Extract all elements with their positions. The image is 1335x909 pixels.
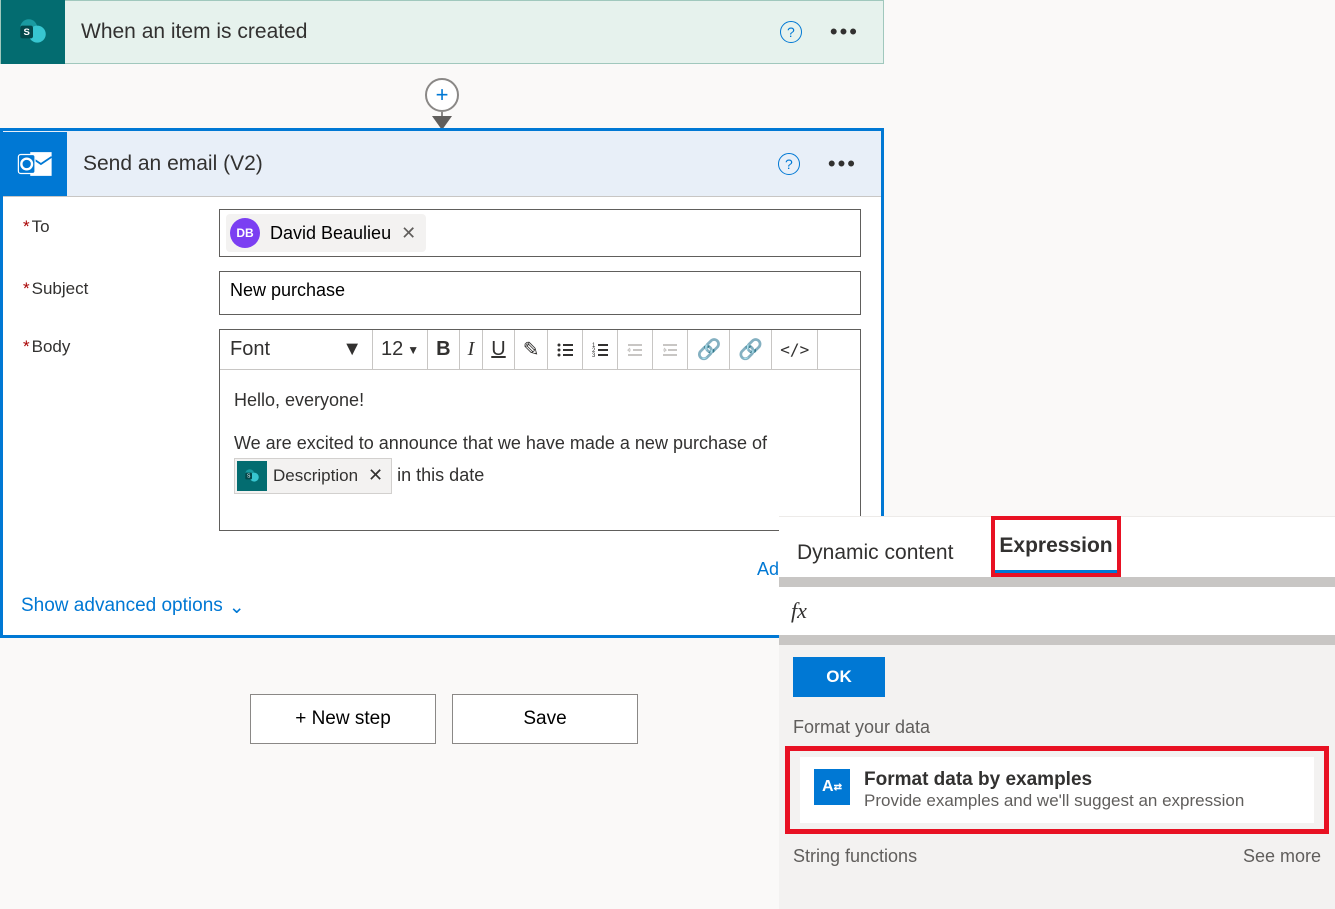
format-desc: Provide examples and we'll suggest an ex…	[864, 791, 1244, 811]
save-button[interactable]: Save	[452, 694, 638, 744]
help-icon[interactable]: ?	[780, 21, 802, 43]
avatar: DB	[230, 218, 260, 248]
recipient-name: David Beaulieu	[270, 223, 391, 244]
chevron-down-icon: ⌄	[229, 596, 245, 619]
highlight-format-card: A⇄ Format data by examples Provide examp…	[785, 746, 1329, 834]
format-icon: A⇄	[814, 769, 850, 805]
svg-text:S: S	[23, 27, 29, 38]
color-button[interactable]: ✎	[515, 330, 548, 369]
trigger-card[interactable]: S When an item is created ? •••	[0, 0, 884, 64]
sharepoint-icon: S	[1, 0, 65, 64]
field-row-to: *To DB David Beaulieu ✕	[23, 209, 861, 257]
fx-icon: fx	[791, 598, 807, 624]
svg-text:3: 3	[592, 353, 596, 359]
font-size-select[interactable]: 12▼	[373, 330, 427, 369]
string-functions-row: String functions See more	[779, 836, 1335, 867]
indent-button[interactable]	[653, 330, 687, 369]
fx-row: fx	[779, 577, 1335, 645]
subject-label: *Subject	[23, 271, 219, 299]
outlook-icon	[3, 132, 67, 196]
body-line-2: We are excited to announce that we have …	[234, 429, 846, 494]
italic-button[interactable]: I	[460, 330, 483, 369]
subject-input[interactable]: New purchase	[219, 271, 861, 315]
outdent-button[interactable]	[618, 330, 652, 369]
remove-token-icon[interactable]: ✕	[368, 461, 383, 490]
connector: +	[441, 64, 443, 128]
tab-dynamic-content[interactable]: Dynamic content	[793, 527, 957, 577]
add-step-icon[interactable]: +	[425, 78, 459, 112]
bullet-list-button[interactable]	[548, 330, 582, 369]
more-icon[interactable]: •••	[830, 19, 859, 45]
sharepoint-icon: S	[237, 461, 267, 491]
link-button[interactable]: 🔗	[688, 330, 729, 369]
format-section-label: Format your data	[779, 711, 1335, 744]
show-advanced-options-link[interactable]: Show advanced options⌄	[21, 595, 245, 616]
remove-chip-icon[interactable]: ✕	[401, 223, 416, 244]
body-editor[interactable]: Font▼ 12▼ B I U ✎ 123 🔗 🔗 </> Hello, eve…	[219, 329, 861, 531]
format-title: Format data by examples	[864, 769, 1244, 791]
trigger-title: When an item is created	[81, 20, 780, 44]
to-input[interactable]: DB David Beaulieu ✕	[219, 209, 861, 257]
underline-button[interactable]: U	[483, 330, 513, 369]
more-icon[interactable]: •••	[828, 151, 857, 177]
panel-tabs: Dynamic content Expression	[779, 517, 1335, 577]
field-row-subject: *Subject New purchase	[23, 271, 861, 315]
expression-panel: Dynamic content Expression fx OK Format …	[779, 516, 1335, 909]
action-header[interactable]: Send an email (V2) ? •••	[3, 131, 881, 197]
number-list-button[interactable]: 123	[583, 330, 617, 369]
action-card: Send an email (V2) ? ••• *To DB David Be…	[0, 128, 884, 638]
ok-button[interactable]: OK	[793, 657, 885, 697]
to-label: *To	[23, 209, 219, 237]
field-row-body: *Body Font▼ 12▼ B I U ✎ 123 🔗 🔗 </>	[23, 329, 861, 531]
rich-text-toolbar: Font▼ 12▼ B I U ✎ 123 🔗 🔗 </>	[220, 330, 860, 370]
new-step-button[interactable]: + New step	[250, 694, 436, 744]
string-section-label: String functions	[793, 846, 917, 867]
action-title: Send an email (V2)	[83, 152, 778, 176]
format-data-by-examples[interactable]: A⇄ Format data by examples Provide examp…	[800, 757, 1314, 823]
body-line-1: Hello, everyone!	[234, 386, 846, 415]
code-view-button[interactable]: </>	[772, 330, 817, 369]
body-content[interactable]: Hello, everyone! We are excited to annou…	[220, 370, 860, 530]
font-select[interactable]: Font▼	[220, 330, 372, 369]
see-more-link[interactable]: See more	[1243, 846, 1321, 867]
footer-buttons: + New step Save	[250, 694, 638, 744]
recipient-chip[interactable]: DB David Beaulieu ✕	[226, 214, 426, 252]
unlink-button[interactable]: 🔗	[730, 330, 771, 369]
body-label: *Body	[23, 329, 219, 357]
add-dynamic-row: Add dynamic	[3, 553, 881, 580]
expression-input[interactable]: fx	[779, 587, 1335, 635]
dynamic-token-description[interactable]: S Description ✕	[234, 458, 392, 494]
highlight-expression-tab: Expression	[991, 516, 1120, 577]
tab-expression[interactable]: Expression	[995, 520, 1116, 573]
bold-button[interactable]: B	[428, 330, 458, 369]
help-icon[interactable]: ?	[778, 153, 800, 175]
